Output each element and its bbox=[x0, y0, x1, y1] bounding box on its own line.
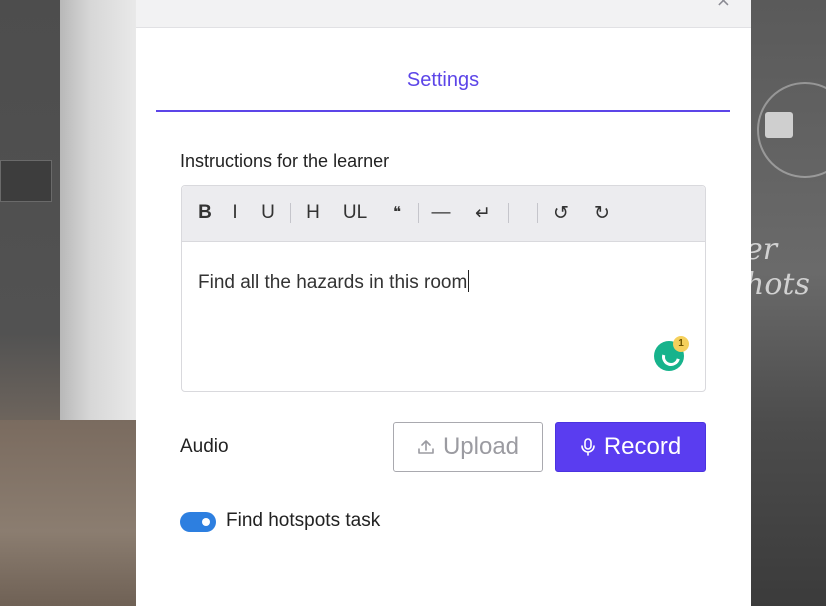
tab-settings-label: Settings bbox=[406, 69, 480, 91]
grammarly-badge: 1 bbox=[673, 336, 689, 352]
close-icon[interactable]: × bbox=[716, 0, 731, 10]
background-floor bbox=[0, 420, 136, 606]
italic-button[interactable]: I bbox=[228, 200, 242, 226]
background-wall-panel bbox=[60, 0, 136, 430]
redo-icon[interactable]: ↻ bbox=[591, 200, 613, 226]
audio-label: Audio bbox=[180, 436, 229, 457]
editor-content[interactable]: Find all the hazards in this room bbox=[198, 270, 470, 294]
editor-text: Find all the hazards in this room bbox=[198, 272, 468, 293]
rich-text-editor: B I U H UL ❝ — ↵ ↺ ↻ Find all the hazard… bbox=[181, 185, 706, 392]
bold-button[interactable]: B bbox=[196, 200, 214, 226]
heading-button[interactable]: H bbox=[303, 200, 323, 226]
background-hotspot-text: er hots bbox=[745, 232, 810, 302]
horizontal-rule-button[interactable]: — bbox=[428, 200, 454, 226]
background-right: er hots bbox=[745, 0, 826, 606]
undo-icon[interactable]: ↺ bbox=[550, 200, 572, 226]
settings-modal: × Settings Instructions for the learner … bbox=[136, 0, 751, 606]
background-left bbox=[0, 0, 136, 606]
tab-settings[interactable]: Settings bbox=[156, 52, 730, 112]
text-caret bbox=[468, 270, 470, 292]
upload-label: Upload bbox=[442, 433, 520, 460]
instructions-label: Instructions for the learner bbox=[180, 151, 390, 171]
editor-toolbar: B I U H UL ❝ — ↵ ↺ ↻ bbox=[182, 186, 705, 242]
toolbar-divider bbox=[508, 203, 509, 223]
record-button[interactable]: Record bbox=[555, 422, 706, 472]
modal-header: × bbox=[136, 0, 751, 28]
quote-button[interactable]: ❝ bbox=[387, 200, 407, 226]
list-button[interactable]: UL bbox=[340, 200, 370, 226]
record-label: Record bbox=[603, 433, 682, 460]
hotspots-toggle[interactable] bbox=[180, 512, 216, 532]
upload-button[interactable]: Upload bbox=[393, 422, 543, 472]
upload-icon bbox=[417, 438, 435, 456]
background-shelf bbox=[0, 160, 52, 202]
toolbar-divider bbox=[537, 203, 538, 223]
hotspots-label: Find hotspots task bbox=[226, 510, 381, 531]
line-break-button[interactable]: ↵ bbox=[472, 200, 494, 226]
background-object bbox=[765, 112, 793, 138]
toolbar-divider bbox=[290, 203, 291, 223]
microphone-icon bbox=[580, 437, 596, 457]
toggle-knob bbox=[202, 518, 210, 526]
underline-button[interactable]: U bbox=[259, 200, 277, 226]
toolbar-divider bbox=[418, 203, 419, 223]
